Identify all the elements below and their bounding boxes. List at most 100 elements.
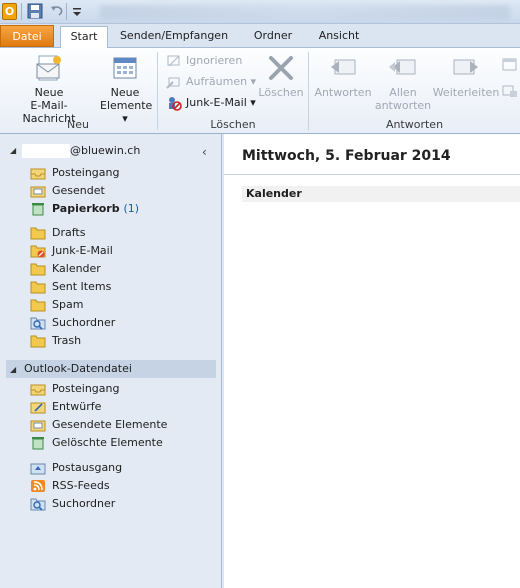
folder-inbox-local[interactable]: Posteingang [30, 380, 120, 398]
junk-email-label: Junk-E-Mail ▾ [186, 96, 256, 109]
tab-folder[interactable]: Ordner [246, 26, 300, 48]
reply-button[interactable]: Antworten [312, 52, 374, 99]
search-folder-icon [30, 497, 46, 511]
delete-button[interactable]: Löschen [258, 52, 304, 99]
folder-label: Drafts [52, 226, 86, 239]
folder-sent-local[interactable]: Gesendete Elemente [30, 416, 167, 434]
drafts-icon [30, 400, 46, 414]
folder-deleted-local[interactable]: Gelöschte Elemente [30, 434, 163, 452]
new-items-button[interactable]: Neue Elemente ▾ [100, 52, 152, 125]
forward-label: Weiterleiten [432, 86, 500, 99]
folder-rss[interactable]: RSS-Feeds [30, 477, 110, 495]
customize-dropdown-icon[interactable] [70, 3, 84, 20]
collapse-pane-icon[interactable]: ‹ [202, 145, 207, 159]
folder-label: Posteingang [52, 382, 120, 395]
folder-label: Entwürfe [52, 400, 102, 413]
folder-label: Suchordner [52, 316, 116, 329]
datafile-header[interactable]: ◢ Outlook-Datendatei [6, 360, 216, 378]
reply-all-button[interactable]: Allen antworten [372, 52, 434, 112]
new-email-icon [33, 52, 65, 84]
ignore-button[interactable]: Ignorieren [166, 52, 242, 70]
tab-start[interactable]: Start [60, 26, 108, 49]
account-header[interactable]: ◢ @bluewin.ch ‹ [0, 142, 222, 160]
tab-view[interactable]: Ansicht [312, 26, 366, 48]
junk-folder-icon [30, 244, 46, 258]
new-items-icon [109, 52, 141, 84]
search-folder-icon [30, 316, 46, 330]
new-email-label-line1: Neue [34, 86, 64, 99]
tab-file[interactable]: Datei [0, 25, 54, 47]
folder-icon [30, 298, 46, 312]
folder-label: Gelöschte Elemente [52, 436, 163, 449]
date-title: Mittwoch, 5. Februar 2014 [242, 148, 451, 164]
folder-spam[interactable]: Spam [30, 296, 83, 314]
junk-email-button[interactable]: Junk-E-Mail ▾ [166, 94, 256, 112]
more-respond-icon[interactable] [502, 82, 518, 100]
folder-icon [30, 334, 46, 348]
account-name: @bluewin.ch [70, 144, 141, 157]
window-title-obscured [100, 5, 510, 19]
toolbar-separator [66, 3, 67, 20]
reply-all-icon [387, 52, 419, 84]
title-bar: O [0, 0, 520, 24]
forward-icon [450, 52, 482, 84]
ribbon: Neue E-Mail-Nachricht Neue Elemente ▾ Ne… [0, 48, 520, 134]
inbox-icon [30, 382, 46, 396]
collapse-triangle-icon[interactable]: ◢ [10, 146, 16, 155]
ribbon-tab-row: Datei Start Senden/Empfangen Ordner Ansi… [0, 24, 520, 49]
folder-label: Suchordner [52, 497, 116, 510]
delete-x-icon [265, 52, 297, 84]
reply-label: Antworten [314, 86, 372, 99]
tab-send-receive[interactable]: Senden/Empfangen [118, 26, 230, 48]
delete-label: Löschen [258, 86, 304, 99]
folder-label: RSS-Feeds [52, 479, 110, 492]
inbox-icon [30, 166, 46, 180]
trash-icon [30, 202, 46, 216]
undo-icon[interactable] [50, 3, 64, 20]
ignore-label: Ignorieren [186, 54, 243, 67]
collapse-triangle-icon[interactable]: ◢ [10, 361, 16, 379]
folder-label: Junk-E-Mail [52, 244, 113, 257]
ignore-icon [166, 53, 182, 69]
outlook-logo-icon[interactable]: O [2, 3, 17, 20]
folder-drafts[interactable]: Drafts [30, 224, 85, 242]
unread-count: (1) [123, 202, 140, 215]
new-email-button[interactable]: Neue E-Mail-Nachricht [4, 52, 94, 125]
cleanup-button[interactable]: Aufräumen ▾ [166, 73, 256, 91]
cleanup-label: Aufräumen ▾ [186, 75, 257, 88]
folder-trash[interactable]: Papierkorb (1) [30, 200, 139, 218]
cleanup-icon [166, 74, 182, 90]
datafile-label: Outlook-Datendatei [24, 362, 132, 375]
calendar-section-header[interactable]: Kalender [242, 186, 520, 202]
save-icon[interactable] [27, 3, 43, 20]
sent-folder-icon [30, 184, 46, 198]
folder-label: Sent Items [52, 280, 112, 293]
folder-icon [30, 280, 46, 294]
folder-inbox[interactable]: Posteingang [30, 164, 120, 182]
meeting-reply-icon[interactable] [502, 56, 518, 74]
folder-label: Spam [52, 298, 84, 311]
folder-calendar[interactable]: Kalender [30, 260, 101, 278]
folder-drafts-local[interactable]: Entwürfe [30, 398, 101, 416]
forward-button[interactable]: Weiterleiten [432, 52, 500, 99]
folder-trash-imap[interactable]: Trash [30, 332, 81, 350]
folder-sent-items[interactable]: Sent Items [30, 278, 111, 296]
folder-icon [30, 226, 46, 240]
main-pane: Mittwoch, 5. Februar 2014 Kalender [224, 134, 520, 588]
folder-sent[interactable]: Gesendet [30, 182, 105, 200]
folder-search[interactable]: Suchordner [30, 314, 115, 332]
folder-label: Kalender [52, 262, 101, 275]
folder-junk[interactable]: Junk-E-Mail [30, 242, 113, 260]
reply-all-label-line1: Allen [389, 86, 417, 99]
outbox-icon [30, 461, 46, 475]
group-label-respond: Antworten [385, 118, 444, 131]
folder-label: Gesendete Elemente [52, 418, 168, 431]
junk-email-icon [166, 95, 182, 111]
navigation-pane: ◢ @bluewin.ch ‹ Posteingang Gesendet Pap… [0, 134, 222, 588]
folder-outbox[interactable]: Postausgang [30, 459, 122, 477]
folder-icon [30, 262, 46, 276]
reply-all-label-line2: antworten [374, 99, 432, 112]
folder-search-local[interactable]: Suchordner [30, 495, 115, 513]
folder-label: Papierkorb [52, 202, 120, 215]
group-label-new: Neu [67, 118, 89, 131]
